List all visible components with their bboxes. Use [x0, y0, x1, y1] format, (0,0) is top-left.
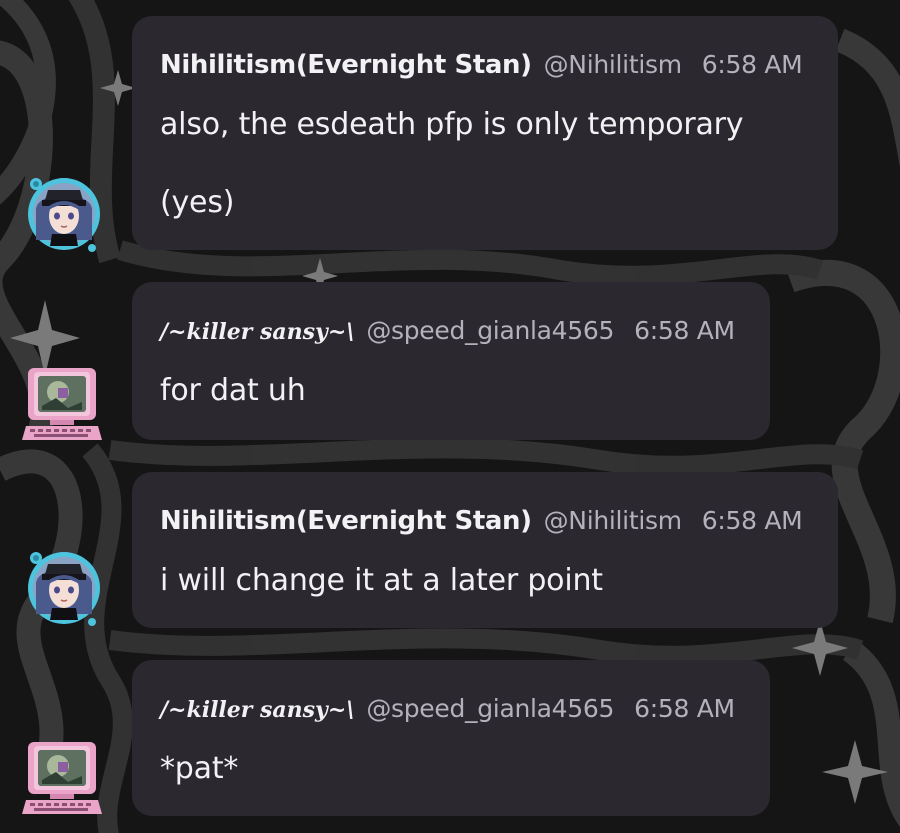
message-bubble[interactable]: Nihilitism(Evernight Stan) @Nihilitism 6… — [132, 16, 838, 250]
message-text: *pat* — [160, 751, 239, 786]
anime-character-avatar[interactable] — [22, 170, 106, 254]
message-bubble[interactable]: /~killer sansy~\ @speed_gianla4565 6:58 … — [132, 282, 770, 440]
message-bubble[interactable]: /~killer sansy~\ @speed_gianla4565 6:58 … — [132, 660, 770, 816]
username-handle: @Nihilitism — [543, 50, 682, 79]
username-handle: @speed_gianla4565 — [366, 316, 615, 345]
display-name[interactable]: /~killer sansy~\ — [160, 319, 354, 345]
display-name[interactable]: Nihilitism(Evernight Stan) — [160, 506, 532, 536]
username-handle: @Nihilitism — [543, 506, 682, 535]
display-name[interactable]: Nihilitism(Evernight Stan) — [160, 50, 532, 80]
anime-character-avatar[interactable] — [22, 544, 106, 628]
message-text: i will change it at a later point — [160, 563, 603, 598]
message-header: Nihilitism(Evernight Stan) @Nihilitism 6… — [160, 506, 810, 544]
display-name[interactable]: /~killer sansy~\ — [160, 697, 354, 723]
message-text: also, the esdeath pfp is only temporary — [160, 107, 744, 142]
message-header: Nihilitism(Evernight Stan) @Nihilitism 6… — [160, 50, 810, 88]
pink-computer-avatar[interactable] — [20, 362, 104, 446]
message-header: /~killer sansy~\ @speed_gianla4565 6:58 … — [160, 316, 742, 354]
message-bubble[interactable]: Nihilitism(Evernight Stan) @Nihilitism 6… — [132, 472, 838, 628]
username-handle: @speed_gianla4565 — [366, 694, 615, 723]
timestamp: 6:58 AM — [701, 506, 803, 535]
timestamp: 6:58 AM — [634, 316, 735, 345]
message-text: for dat uh — [160, 373, 306, 408]
timestamp: 6:58 AM — [634, 694, 735, 723]
timestamp: 6:58 AM — [701, 50, 803, 79]
pink-computer-avatar[interactable] — [20, 736, 104, 820]
message-header: /~killer sansy~\ @speed_gianla4565 6:58 … — [160, 694, 742, 732]
message-text: (yes) — [160, 185, 235, 220]
